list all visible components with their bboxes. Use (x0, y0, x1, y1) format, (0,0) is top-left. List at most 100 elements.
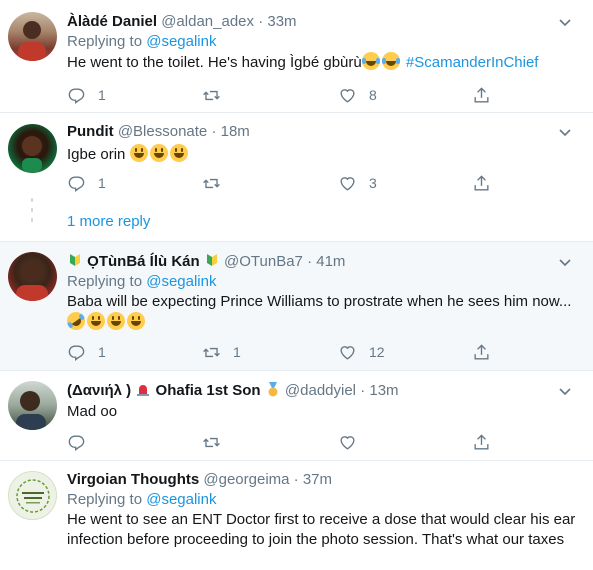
like-icon (340, 345, 355, 360)
reply-icon (68, 344, 85, 361)
like-icon (340, 435, 355, 450)
like-button[interactable] (338, 432, 369, 452)
user-handle[interactable]: @Blessonate (118, 123, 207, 140)
reply-count: 1 (98, 87, 106, 103)
tweet-text: Mad oo (67, 403, 118, 420)
reply-icon (68, 434, 85, 451)
timestamp[interactable]: 33m (267, 13, 296, 30)
chevron-down-icon[interactable] (557, 14, 573, 30)
grinning-emoji-icon (129, 144, 148, 162)
grinning-emoji-icon (169, 144, 188, 162)
retweet-icon (203, 347, 220, 357)
like-count: 8 (369, 87, 377, 103)
mention-link[interactable]: @segalink (146, 33, 216, 50)
retweet-icon (203, 437, 220, 447)
tweet-actions: 1 1 12 (67, 342, 497, 362)
avatar[interactable] (8, 12, 57, 61)
display-name[interactable]: Virgoian Thoughts (67, 471, 199, 488)
tweet-header: ỌTùnBá Ílù Kán @OTunBa7 · 41m (67, 252, 579, 272)
tweet[interactable]: ỌTùnBá Ílù Kán @OTunBa7 · 41m Replying t… (0, 242, 593, 370)
display-name[interactable]: Pundit (67, 123, 114, 140)
reply-button[interactable]: 1 (67, 173, 106, 193)
reply-icon (68, 175, 85, 192)
tweet-text-line: He went to see an ENT Doctor first to re… (67, 511, 576, 528)
avatar[interactable] (8, 252, 57, 301)
reply-button[interactable] (67, 432, 98, 452)
like-button[interactable]: 3 (338, 173, 377, 193)
timestamp[interactable]: 41m (316, 253, 345, 270)
tweet[interactable]: Virgoian Thoughts @georgeima · 37m Reply… (0, 461, 593, 570)
share-icon (474, 433, 489, 450)
tweet-emoji-line (63, 308, 579, 334)
avatar[interactable] (8, 124, 57, 173)
tweet[interactable]: (Δανιήλ ) Ohafia 1st Son @daddyiel · 13m… (0, 371, 593, 460)
retweet-button[interactable] (202, 432, 233, 452)
chevron-down-icon[interactable] (557, 254, 573, 270)
retweet-count: 1 (233, 344, 241, 360)
mention-link[interactable]: @segalink (146, 273, 216, 290)
separator-dot: · (293, 471, 299, 488)
grinning-emoji-icon (107, 312, 125, 330)
reply-feed: Àlàdé Daniel @aldan_adex · 33m Replying … (0, 0, 593, 570)
timestamp[interactable]: 18m (221, 123, 250, 140)
user-handle[interactable]: @OTunBa7 (224, 253, 303, 270)
share-button[interactable] (472, 173, 491, 193)
retweet-button[interactable] (202, 85, 233, 105)
tweet-text: Igbe orin (67, 144, 579, 165)
replying-to: Replying to @segalink (67, 490, 579, 510)
avatar[interactable] (8, 471, 57, 520)
reply-count: 1 (98, 344, 106, 360)
user-handle[interactable]: @georgeima (203, 471, 289, 488)
share-button[interactable] (472, 342, 491, 362)
display-name-suffix[interactable]: Ohafia 1st Son (156, 382, 261, 399)
tears-of-joy-emoji-icon (361, 52, 380, 70)
replying-prefix: Replying to (67, 491, 143, 508)
tweet-header: Àlàdé Daniel @aldan_adex · 33m (67, 12, 579, 32)
tweet-header: Pundit @Blessonate · 18m (67, 122, 579, 142)
thread-dots (31, 198, 33, 238)
chevron-down-icon[interactable] (557, 383, 573, 399)
like-count: 3 (369, 175, 377, 191)
timestamp[interactable]: 37m (303, 471, 332, 488)
share-button[interactable] (472, 432, 491, 452)
tweet-header: (Δανιήλ ) Ohafia 1st Son @daddyiel · 13m (67, 381, 579, 401)
hashtag-link[interactable]: #ScamanderInChief (406, 54, 539, 71)
like-button[interactable]: 12 (338, 342, 385, 362)
display-name[interactable]: (Δανιήλ ) (67, 382, 131, 399)
retweet-button[interactable]: 1 (202, 342, 241, 362)
separator-dot: · (211, 123, 217, 140)
reply-button[interactable]: 1 (67, 85, 106, 105)
display-name[interactable]: ỌTùnBá Ílù Kán (87, 253, 200, 270)
share-icon (474, 343, 489, 360)
separator-dot: · (307, 253, 313, 270)
beginner-badge-icon (206, 254, 217, 266)
avatar[interactable] (8, 381, 57, 430)
user-handle[interactable]: @daddyiel (285, 382, 356, 399)
tweet[interactable]: Pundit @Blessonate · 18m Igbe orin 1 3 1… (0, 113, 593, 241)
replying-prefix: Replying to (67, 273, 143, 290)
more-replies-link[interactable]: 1 more reply (67, 212, 150, 232)
retweet-icon (203, 178, 220, 188)
beginner-badge-icon (70, 254, 80, 266)
display-name[interactable]: Àlàdé Daniel (67, 13, 157, 30)
tweet-text-line: infection before proceeding to join the … (67, 531, 565, 548)
replying-to: Replying to @segalink (67, 272, 579, 292)
grinning-emoji-icon (149, 144, 168, 162)
tweet-actions: 1 3 (67, 173, 497, 193)
share-button[interactable] (472, 85, 491, 105)
replying-prefix: Replying to (67, 33, 143, 50)
separator-dot: · (258, 13, 264, 30)
mention-link[interactable]: @segalink (146, 491, 216, 508)
chevron-down-icon[interactable] (557, 124, 573, 140)
siren-icon (137, 385, 150, 396)
timestamp[interactable]: 13m (369, 382, 398, 399)
tweet-header: Virgoian Thoughts @georgeima · 37m (67, 470, 579, 490)
grinning-emoji-icon (87, 312, 105, 330)
reply-count: 1 (98, 175, 106, 191)
tweet[interactable]: Àlàdé Daniel @aldan_adex · 33m Replying … (0, 0, 593, 112)
grinning-emoji-icon (127, 312, 145, 330)
reply-button[interactable]: 1 (67, 342, 106, 362)
retweet-button[interactable] (202, 173, 233, 193)
like-button[interactable]: 8 (338, 85, 377, 105)
user-handle[interactable]: @aldan_adex (161, 13, 254, 30)
